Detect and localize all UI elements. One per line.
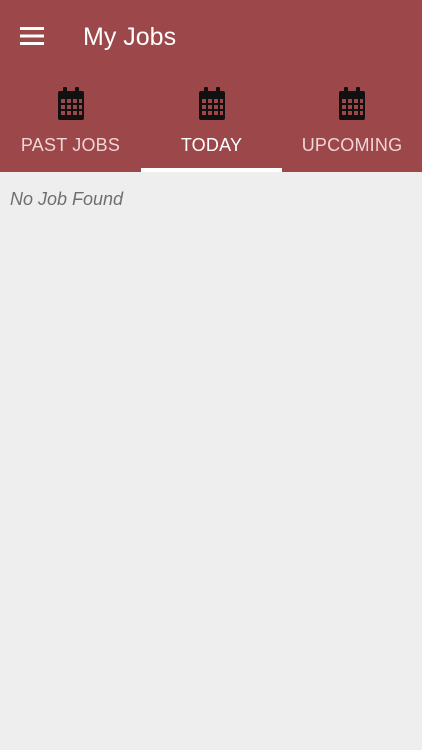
empty-state-message: No Job Found (10, 189, 124, 209)
calendar-icon (57, 87, 84, 120)
calendar-icon (339, 87, 365, 120)
hamburger-menu-icon (20, 27, 44, 45)
page-title: My Jobs (83, 23, 177, 51)
tab-bar: PAST JOBS TODAY UPCOMING (0, 82, 422, 172)
calendar-icon (198, 87, 225, 120)
menu-button[interactable] (14, 20, 50, 52)
tab-label: PAST JOBS (20, 135, 121, 155)
tab-label: UPCOMING (301, 135, 403, 155)
tab-past-jobs[interactable]: PAST JOBS (0, 82, 141, 172)
job-list: No Job Found (0, 172, 422, 750)
tab-upcoming[interactable]: UPCOMING (282, 82, 422, 172)
app-screen: My Jobs PAST JOBS TODAY UPCOMING No Job … (0, 0, 422, 750)
tab-today[interactable]: TODAY (141, 82, 282, 172)
tab-label: TODAY (180, 135, 243, 155)
app-bar: My Jobs PAST JOBS TODAY UPCOMING (0, 0, 422, 172)
